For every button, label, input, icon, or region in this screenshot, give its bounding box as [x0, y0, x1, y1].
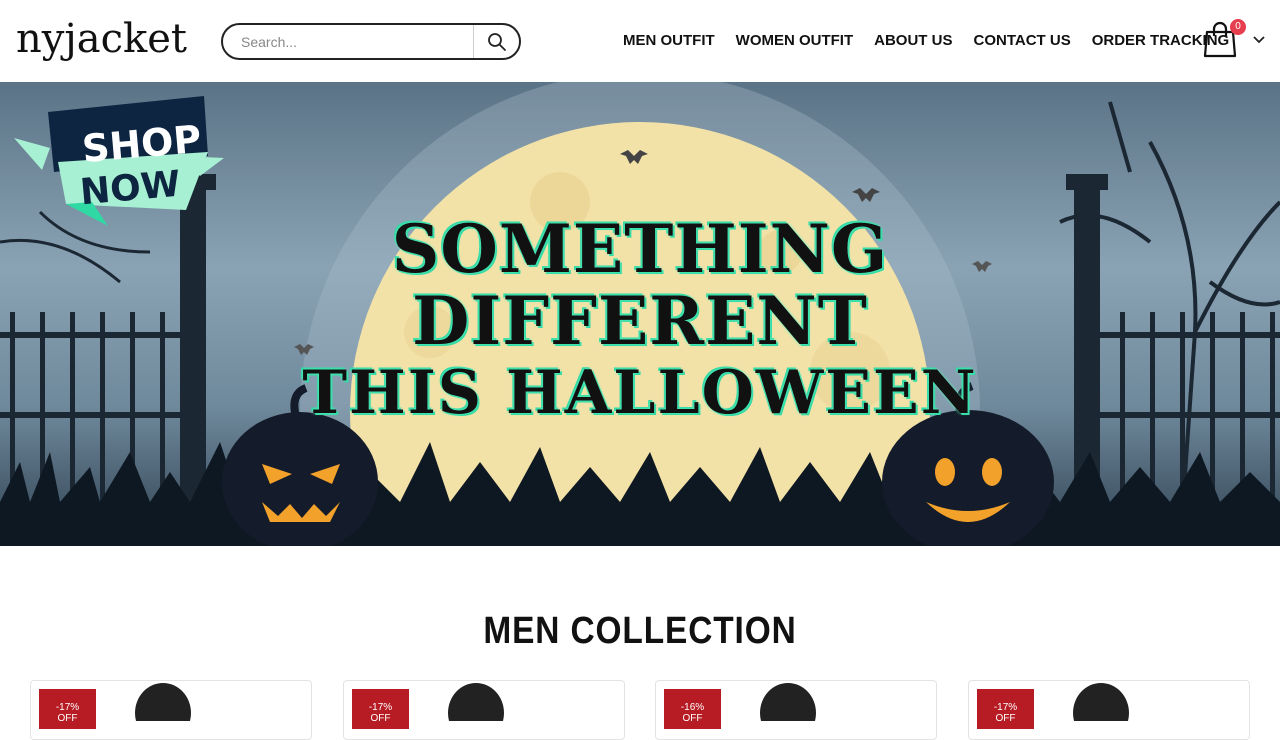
search-input[interactable] — [241, 32, 469, 52]
discount-value: -17% — [368, 702, 393, 713]
discount-off: OFF — [682, 713, 703, 724]
cart-count-badge: 0 — [1230, 19, 1246, 35]
site-logo[interactable]: nyjacket — [16, 14, 187, 64]
product-image[interactable] — [133, 681, 193, 721]
product-image[interactable] — [446, 681, 506, 721]
search-divider — [473, 25, 474, 58]
discount-off: OFF — [57, 713, 78, 724]
product-image[interactable] — [1071, 681, 1131, 721]
shop-now-ribbon[interactable]: SHOP NOW — [14, 96, 226, 226]
nav-about-us[interactable]: ABOUT US — [874, 30, 952, 52]
discount-value: -16% — [680, 702, 705, 713]
product-card[interactable]: -17% OFF — [968, 680, 1250, 740]
shop-now-line-2: NOW — [78, 163, 183, 214]
search-bar — [221, 23, 521, 60]
product-card[interactable]: -17% OFF — [30, 680, 312, 740]
hero-headline-line-3: THIS HALLOWEEN — [302, 358, 978, 428]
nav-men-outfit[interactable]: MEN OUTFIT — [623, 30, 715, 52]
discount-badge: -16% OFF — [664, 689, 721, 729]
product-card[interactable]: -17% OFF — [343, 680, 625, 740]
discount-off: OFF — [995, 713, 1016, 724]
discount-value: -17% — [55, 702, 80, 713]
discount-badge: -17% OFF — [39, 689, 96, 729]
discount-off: OFF — [370, 713, 391, 724]
search-button[interactable] — [475, 25, 519, 58]
search-icon — [488, 32, 506, 51]
discount-badge: -17% OFF — [352, 689, 409, 729]
hero-headline-line-2: DIFFERENT — [412, 282, 868, 360]
nav-contact-us[interactable]: CONTACT US — [973, 30, 1070, 52]
chevron-down-icon — [1253, 36, 1265, 44]
site-header: nyjacket MEN OUTFIT WOMEN OUTFIT ABOUT U… — [0, 0, 1280, 82]
account-dropdown[interactable] — [1252, 33, 1266, 47]
section-title: MEN COLLECTION — [483, 610, 797, 652]
hero-banner[interactable]: SOMETHING DIFFERENT THIS HALLOWEEN SHOP … — [0, 82, 1280, 546]
main-nav: MEN OUTFIT WOMEN OUTFIT ABOUT US CONTACT… — [623, 30, 1229, 52]
product-card[interactable]: -16% OFF — [655, 680, 937, 740]
discount-value: -17% — [993, 702, 1018, 713]
nav-women-outfit[interactable]: WOMEN OUTFIT — [736, 30, 853, 52]
product-image[interactable] — [758, 681, 818, 721]
discount-badge: -17% OFF — [977, 689, 1034, 729]
